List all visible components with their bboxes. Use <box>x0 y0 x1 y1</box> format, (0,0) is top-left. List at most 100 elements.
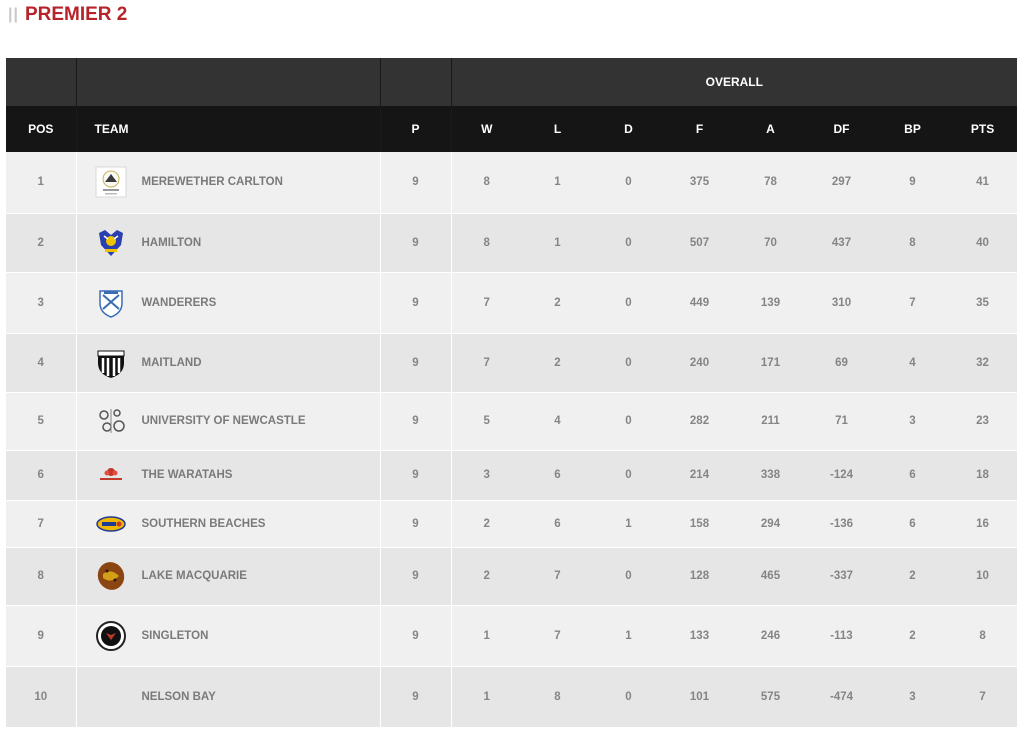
cell-d: 0 <box>593 152 664 214</box>
cell-l: 7 <box>522 547 593 606</box>
group-header-blank-pos <box>6 58 77 106</box>
team-name[interactable]: MEREWETHER CARLTON <box>142 176 283 188</box>
cell-team: LAKE MACQUARIE <box>76 547 381 606</box>
southern-beaches-logo-icon <box>95 508 127 540</box>
cell-f: 240 <box>664 333 735 393</box>
cell-pos: 2 <box>6 213 77 273</box>
cell-p: 9 <box>380 605 452 667</box>
team-name[interactable]: NELSON BAY <box>142 691 216 703</box>
cell-pts: 35 <box>948 272 1018 334</box>
cell-f: 449 <box>664 272 735 334</box>
cell-a: 171 <box>735 333 806 393</box>
university-of-newcastle-logo-icon <box>95 405 127 437</box>
overall-group-header: OVERALL <box>451 58 1018 106</box>
cell-f: 375 <box>664 152 735 214</box>
cell-d: 0 <box>593 450 664 501</box>
the-waratahs-logo-icon <box>95 459 127 491</box>
team-name[interactable]: LAKE MACQUARIE <box>142 570 247 582</box>
cell-bp: 6 <box>877 500 948 548</box>
cell-p: 9 <box>380 547 452 606</box>
cell-w: 7 <box>451 333 522 393</box>
cell-pos: 10 <box>6 666 77 728</box>
col-header-l: L <box>522 106 593 152</box>
wanderers-logo-icon <box>95 287 127 319</box>
cell-f: 128 <box>664 547 735 606</box>
team-name[interactable]: WANDERERS <box>142 297 217 309</box>
cell-team: SOUTHERN BEACHES <box>76 500 381 548</box>
cell-w: 7 <box>451 272 522 334</box>
cell-w: 2 <box>451 547 522 606</box>
cell-f: 507 <box>664 213 735 273</box>
cell-d: 1 <box>593 605 664 667</box>
table-row: 7 SOUTHERN BEACHES 9 2 6 1 158 294 -136 … <box>6 500 1018 548</box>
cell-l: 6 <box>522 450 593 501</box>
table-row: 8 LAKE MACQUARIE 9 2 7 0 128 465 -337 2 … <box>6 547 1018 606</box>
cell-a: 338 <box>735 450 806 501</box>
cell-a: 465 <box>735 547 806 606</box>
team-name[interactable]: SINGLETON <box>142 630 209 642</box>
cell-pos: 6 <box>6 450 77 501</box>
cell-pos: 1 <box>6 152 77 214</box>
cell-p: 9 <box>380 392 452 451</box>
col-header-bp: BP <box>877 106 948 152</box>
cell-pts: 32 <box>948 333 1018 393</box>
section-heading: || PREMIER 2 <box>8 2 127 28</box>
cell-pts: 41 <box>948 152 1018 214</box>
cell-l: 2 <box>522 272 593 334</box>
cell-p: 9 <box>380 666 452 728</box>
cell-a: 575 <box>735 666 806 728</box>
cell-team: HAMILTON <box>76 213 381 273</box>
cell-w: 8 <box>451 152 522 214</box>
cell-df: 71 <box>806 392 877 451</box>
team-name[interactable]: UNIVERSITY OF NEWCASTLE <box>142 415 306 427</box>
team-name[interactable]: HAMILTON <box>142 237 202 249</box>
cell-df: 310 <box>806 272 877 334</box>
cell-pos: 8 <box>6 547 77 606</box>
team-name[interactable]: THE WARATAHS <box>142 469 233 481</box>
cell-bp: 6 <box>877 450 948 501</box>
cell-df: -113 <box>806 605 877 667</box>
cell-team: THE WARATAHS <box>76 450 381 501</box>
cell-p: 9 <box>380 500 452 548</box>
cell-a: 139 <box>735 272 806 334</box>
cell-pos: 7 <box>6 500 77 548</box>
table-row: 6 THE WARATAHS 9 3 6 0 214 338 -124 6 18 <box>6 450 1018 501</box>
cell-l: 4 <box>522 392 593 451</box>
cell-f: 214 <box>664 450 735 501</box>
cell-pts: 23 <box>948 392 1018 451</box>
cell-w: 5 <box>451 392 522 451</box>
table-row: 9 SINGLETON 9 1 7 1 133 246 -113 2 8 <box>6 605 1018 667</box>
cell-pos: 3 <box>6 272 77 334</box>
cell-df: 297 <box>806 152 877 214</box>
cell-team: MEREWETHER CARLTON <box>76 152 381 214</box>
team-name[interactable]: MAITLAND <box>142 357 202 369</box>
team-name[interactable]: SOUTHERN BEACHES <box>142 518 266 530</box>
col-header-d: D <box>593 106 664 152</box>
table-row: 5 UNIVERSITY OF NEWCASTLE 9 5 4 0 282 21… <box>6 392 1018 451</box>
cell-df: 437 <box>806 213 877 273</box>
cell-w: 8 <box>451 213 522 273</box>
cell-d: 1 <box>593 500 664 548</box>
cell-pos: 4 <box>6 333 77 393</box>
cell-df: -474 <box>806 666 877 728</box>
cell-p: 9 <box>380 213 452 273</box>
cell-df: -136 <box>806 500 877 548</box>
cell-f: 282 <box>664 392 735 451</box>
cell-df: 69 <box>806 333 877 393</box>
cell-p: 9 <box>380 152 452 214</box>
cell-d: 0 <box>593 666 664 728</box>
cell-bp: 3 <box>877 666 948 728</box>
cell-team: MAITLAND <box>76 333 381 393</box>
cell-pts: 7 <box>948 666 1018 728</box>
cell-d: 0 <box>593 272 664 334</box>
col-header-pos: POS <box>6 106 77 152</box>
table-row: 1 MEREWETHER CARLTON 9 8 1 0 375 78 297 … <box>6 152 1018 214</box>
table-row: 2 HAMILTON 9 8 1 0 507 70 437 8 40 <box>6 213 1018 273</box>
cell-w: 3 <box>451 450 522 501</box>
cell-l: 1 <box>522 152 593 214</box>
standings-table: OVERALL POS TEAM P W L D F A DF BP PTS 1 <box>6 58 1018 728</box>
cell-bp: 3 <box>877 392 948 451</box>
group-header-blank-team <box>76 58 381 106</box>
cell-a: 78 <box>735 152 806 214</box>
cell-bp: 2 <box>877 547 948 606</box>
